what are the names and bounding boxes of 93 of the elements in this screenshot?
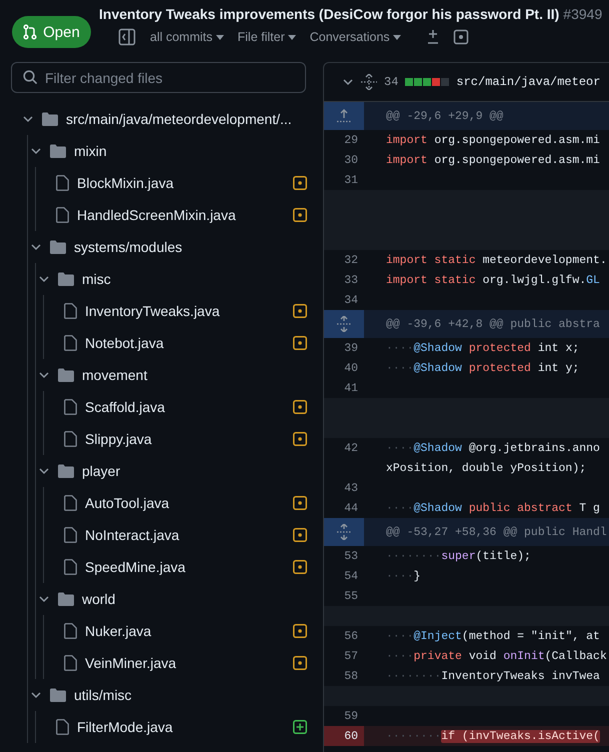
code-line: ········super(title); [385, 550, 531, 562]
expand-both-icon [336, 524, 352, 540]
line-number: 43 [344, 482, 358, 494]
code-line: import org.spongepowered.asm.mi [385, 134, 600, 146]
search-icon [23, 70, 38, 85]
file-name[interactable]: Nuker.java [85, 623, 285, 639]
code-line: ····} [385, 570, 421, 582]
line-number: 31 [344, 174, 358, 186]
search-field[interactable]: Filter changed files [11, 62, 306, 93]
line-number: 56 [344, 630, 358, 642]
line-number: 53 [344, 550, 358, 562]
caret-icon [392, 34, 401, 40]
line-number: 39 [344, 342, 358, 354]
line-number: 42 [344, 442, 358, 454]
file-name[interactable]: InventoryTweaks.java [85, 303, 285, 319]
change-count: 34 [384, 75, 398, 89]
file-icon [64, 303, 77, 319]
sidebar-toggle-icon[interactable] [118, 28, 136, 46]
folder-name[interactable]: world [82, 591, 116, 607]
file-name[interactable]: AutoTool.java [85, 495, 285, 511]
code-line: ····@Shadow protected int y; [385, 362, 580, 374]
file-icon [56, 719, 69, 735]
expand-button[interactable] [324, 518, 364, 546]
move-icon[interactable] [361, 74, 377, 90]
file-name[interactable]: SpeedMine.java [85, 559, 285, 575]
hunk-header: @@ -39,6 +42,8 @@ public abstra [385, 318, 600, 330]
code-line: ····private void onInit(Callback [385, 650, 607, 662]
expand-button[interactable] [324, 310, 364, 338]
file-icon [56, 175, 69, 191]
pull-request-icon [23, 24, 38, 40]
file-path[interactable]: src/main/java/meteor [456, 75, 600, 89]
code-line: ····@Shadow protected int x; [385, 342, 580, 354]
file-icon [56, 207, 69, 223]
line-number: 41 [344, 382, 358, 394]
filter-dropdown[interactable]: all commits [150, 30, 224, 44]
hunk-header: @@ -29,6 +29,9 @@ [385, 110, 504, 122]
line-number: 54 [344, 570, 358, 582]
line-number: 29 [344, 134, 358, 146]
folder-name[interactable]: movement [82, 367, 148, 383]
line-number: 60 [344, 730, 358, 742]
code-line: ········InventoryTweaks invTwea [385, 670, 600, 682]
plus-minus-icon[interactable] [426, 29, 439, 45]
caret-icon [216, 34, 224, 40]
file-icon [64, 623, 77, 639]
dot-square-icon[interactable] [452, 29, 469, 45]
file-name[interactable]: Notebot.java [85, 335, 285, 351]
file-icon [64, 527, 77, 543]
folder-name[interactable]: systems/modules [74, 239, 182, 255]
filter-dropdown[interactable]: Conversations [310, 30, 401, 44]
line-number: 44 [344, 502, 358, 514]
code-line: import static meteordevelopment. [385, 254, 607, 266]
code-line: xPosition, double yPosition); [385, 462, 586, 474]
line-number: 34 [344, 294, 358, 306]
expand-up-icon [336, 109, 352, 123]
file-icon [64, 655, 77, 671]
line-number: 32 [344, 254, 358, 266]
file-icon [64, 399, 77, 415]
file-name[interactable]: VeinMiner.java [85, 655, 285, 671]
file-name[interactable]: FilterMode.java [77, 719, 285, 735]
file-icon [64, 559, 77, 575]
line-number: 30 [344, 154, 358, 166]
line-number: 55 [344, 590, 358, 602]
filter-dropdown[interactable]: File filter [238, 30, 296, 44]
folder-name[interactable]: mixin [74, 143, 107, 159]
folder-name[interactable]: player [82, 463, 120, 479]
file-name[interactable]: HandledScreenMixin.java [77, 207, 285, 223]
pull-request-title: Inventory Tweaks improvements (DesiCow forgor his password Pt. II) [99, 6, 560, 22]
expand-button[interactable] [324, 102, 364, 130]
hunk-header: @@ -53,27 +58,36 @@ public Handl [385, 526, 607, 538]
file-icon [64, 335, 77, 351]
file-name[interactable]: NoInteract.java [85, 527, 285, 543]
code-line: import static org.lwjgl.glfw.GL [385, 274, 600, 286]
caret-icon [288, 34, 296, 40]
line-number: 58 [344, 670, 358, 682]
code-line: ····@Shadow public abstract T g [385, 502, 600, 514]
status-button[interactable]: Open [12, 16, 91, 48]
file-icon [64, 431, 77, 447]
line-number: 57 [344, 650, 358, 662]
line-number: 33 [344, 274, 358, 286]
file-name[interactable]: Slippy.java [85, 431, 285, 447]
file-name[interactable]: BlockMixin.java [77, 175, 285, 191]
expand-both-icon [336, 316, 352, 332]
pull-request-number: #3949 [563, 6, 602, 22]
code-line: ····@Inject(method = "init", at [385, 630, 600, 642]
line-number: 59 [344, 710, 358, 722]
code-line: ····@Shadow @org.jetbrains.anno [385, 442, 600, 454]
code-line: import org.spongepowered.asm.mi [385, 154, 600, 166]
folder-name[interactable]: utils/misc [74, 687, 132, 703]
folder-name[interactable]: src/main/java/meteordevelopment/... [66, 111, 292, 127]
line-number: 40 [344, 362, 358, 374]
folder-name[interactable]: misc [82, 271, 111, 287]
file-icon [64, 495, 77, 511]
file-name[interactable]: Scaffold.java [85, 399, 285, 415]
